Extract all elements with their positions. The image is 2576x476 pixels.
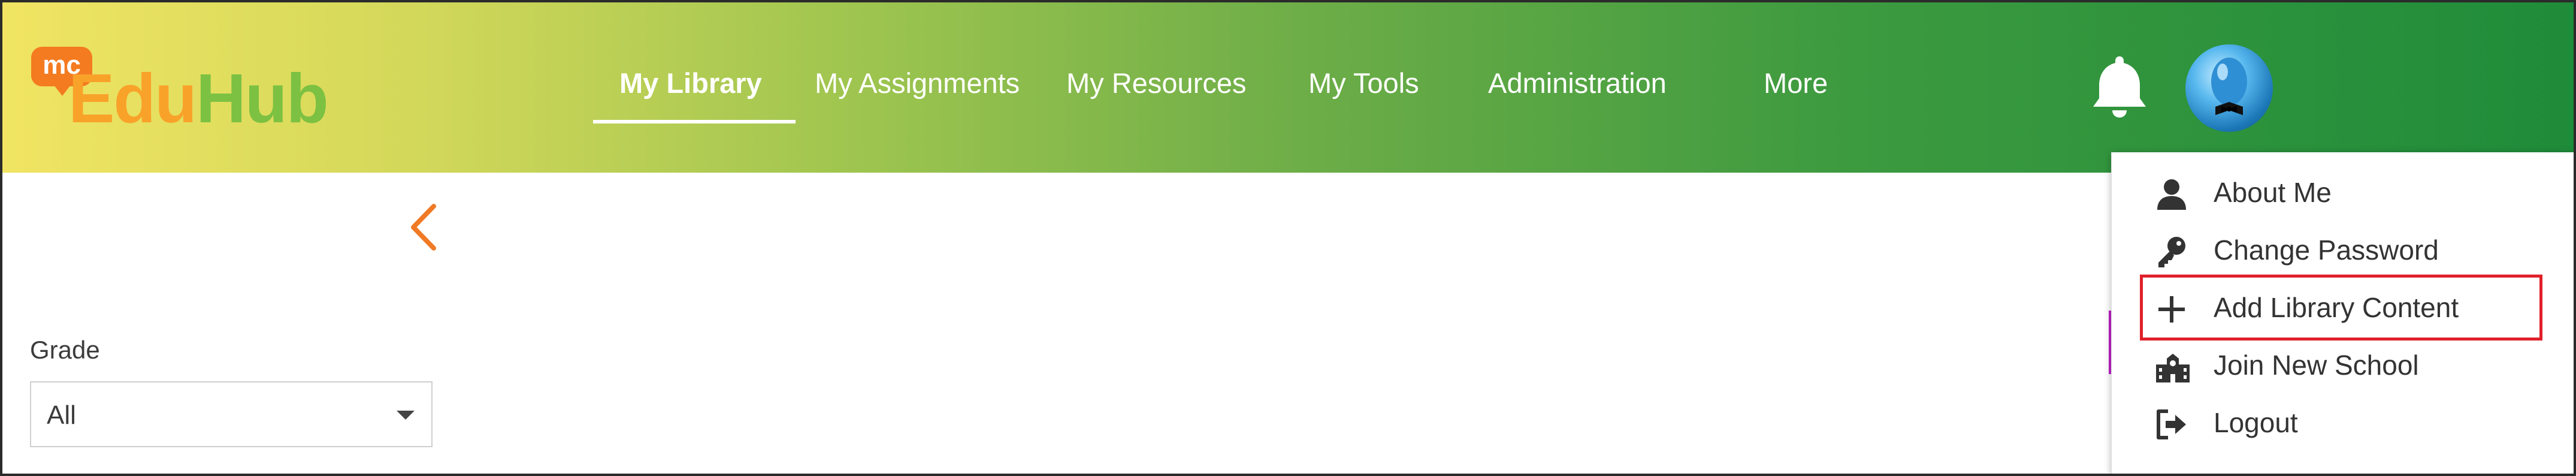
screenshot-border <box>0 0 2576 476</box>
